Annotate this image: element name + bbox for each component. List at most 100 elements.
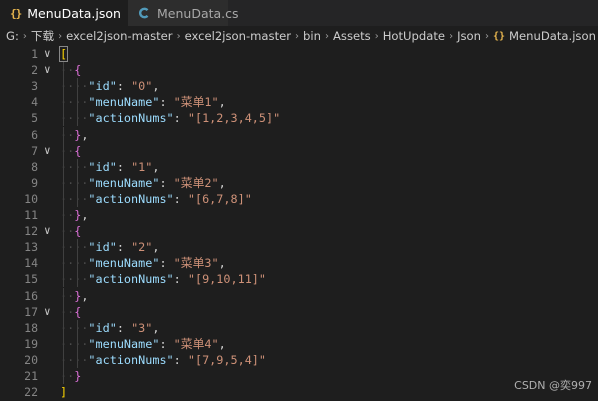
line-number: 17 [24, 304, 38, 319]
breadcrumb-item[interactable]: excel2json-master [185, 29, 291, 43]
chevron-down-icon[interactable]: ∨ [44, 62, 56, 78]
indent-guide [77, 319, 79, 336]
code-text: ····"menuName": "菜单3", [60, 255, 226, 271]
json-value: "[7,9,5,4]" [187, 352, 267, 367]
chevron-right-icon: › [484, 30, 489, 42]
code-line: 8 ····"id": "1", [0, 158, 598, 175]
breadcrumb-item[interactable]: bin [303, 29, 321, 43]
whitespace: ···· [60, 240, 89, 255]
colon: : [173, 272, 188, 287]
colon: : [173, 191, 188, 206]
json-value: "[1,2,3,4,5]" [187, 111, 281, 126]
chevron-right-icon: › [22, 30, 27, 42]
json-value: "菜单3" [173, 256, 219, 271]
colon: : [159, 175, 174, 190]
colon: : [116, 320, 132, 335]
json-file-icon: {} [10, 6, 22, 20]
whitespace: ···· [60, 175, 89, 190]
indent-guide [63, 94, 64, 111]
json-value: "菜单4" [173, 336, 219, 351]
json-key: "menuName" [88, 256, 160, 271]
tab-menudata-json[interactable]: {} MenuData.json ✕ [0, 0, 138, 26]
indent-guide [77, 174, 79, 191]
breadcrumb-item[interactable]: Assets [333, 29, 371, 43]
code-line: 4 ····"menuName": "菜单1", [0, 94, 598, 111]
code-text: ····"menuName": "菜单2", [60, 175, 226, 191]
code-text: ····"id": "1", [60, 159, 159, 175]
comma: , [81, 208, 89, 222]
json-value: "0" [131, 79, 153, 94]
breadcrumb-item[interactable]: excel2json-master [66, 29, 172, 43]
indent-guide [63, 303, 64, 320]
line-number: 22 [24, 385, 38, 400]
code-line: 15 ····"actionNums": "[9,10,11]" [0, 271, 598, 288]
code-line: 16 ··}, [0, 287, 598, 304]
breadcrumb-item[interactable]: Json [457, 29, 481, 43]
code-line: 21 ··} [0, 368, 598, 384]
brace-open: { [74, 143, 82, 158]
colon: : [116, 159, 132, 174]
indent-guide [63, 207, 64, 223]
brace-open: { [74, 224, 82, 239]
tab-label: MenuData.json [27, 5, 121, 21]
indent-guide [63, 142, 64, 159]
indent-guide [63, 174, 64, 191]
json-value: "菜单1" [173, 95, 219, 110]
indent-guide [77, 110, 79, 127]
comma: , [218, 175, 226, 190]
code-line: 13 ····"id": "2", [0, 239, 598, 256]
colon: : [173, 352, 188, 367]
tab-label: MenuData.cs [157, 5, 239, 21]
comma: , [218, 256, 226, 271]
whitespace: ···· [60, 79, 89, 94]
tab-menudata-cs[interactable]: MenuData.cs [128, 0, 239, 26]
chevron-down-icon[interactable]: ∨ [44, 46, 56, 62]
indent-guide [63, 110, 64, 127]
colon: : [159, 336, 174, 351]
colon: : [159, 95, 174, 110]
code-line: 5 ····"actionNums": "[1,2,3,4,5]" [0, 110, 598, 127]
chevron-down-icon[interactable]: ∨ [44, 304, 56, 320]
line-number: 5 [31, 111, 38, 126]
line-number: 13 [24, 240, 38, 255]
comma: , [152, 79, 160, 94]
chevron-down-icon[interactable]: ∨ [44, 143, 56, 159]
breadcrumb-item[interactable]: MenuData.json [509, 29, 596, 43]
line-number: 6 [31, 127, 38, 142]
chevron-right-icon: › [58, 30, 63, 42]
indent-guide [63, 62, 64, 79]
colon: : [116, 79, 132, 94]
line-number: 1 [31, 47, 38, 61]
indent-guide [63, 190, 64, 207]
indent-guide [77, 335, 79, 352]
brace-close: } [74, 369, 82, 383]
json-key: "id" [88, 79, 117, 94]
chevron-down-icon[interactable]: ∨ [44, 223, 56, 239]
json-value: "菜单2" [173, 175, 219, 190]
breadcrumb-item[interactable]: HotUpdate [383, 29, 445, 43]
line-number: 8 [31, 159, 38, 174]
indent-guide [63, 271, 64, 288]
code-line: 3 ····"id": "0", [0, 78, 598, 95]
line-number: 2 [31, 63, 38, 78]
code-line: 10 ····"actionNums": "[6,7,8]" [0, 190, 598, 207]
watermark: CSDN @奕997 [514, 379, 592, 392]
code-text: ····"menuName": "菜单4", [60, 336, 226, 352]
code-text: ··}, [60, 207, 88, 223]
json-key: "menuName" [88, 175, 160, 190]
breadcrumb-item[interactable]: G: [6, 29, 19, 43]
code-line: 22] [0, 384, 598, 400]
comma: , [218, 336, 226, 351]
code-line: 18 ····"id": "3", [0, 319, 598, 336]
line-number: 19 [24, 336, 38, 351]
json-value: "1" [131, 159, 153, 174]
code-editor[interactable]: 1 ∨[2 ∨ ··{3 ····"id": "0", 4 ····"menuName": … [0, 46, 598, 401]
indent-guide [63, 255, 64, 272]
line-number: 12 [24, 224, 38, 239]
line-number: 21 [24, 369, 38, 383]
whitespace: ···· [60, 272, 89, 287]
indent-guide [63, 335, 64, 352]
code-text: ····"id": "3", [60, 320, 159, 336]
code-line: 9 ····"menuName": "菜单2", [0, 174, 598, 191]
breadcrumb-item[interactable]: 下载 [31, 28, 54, 44]
